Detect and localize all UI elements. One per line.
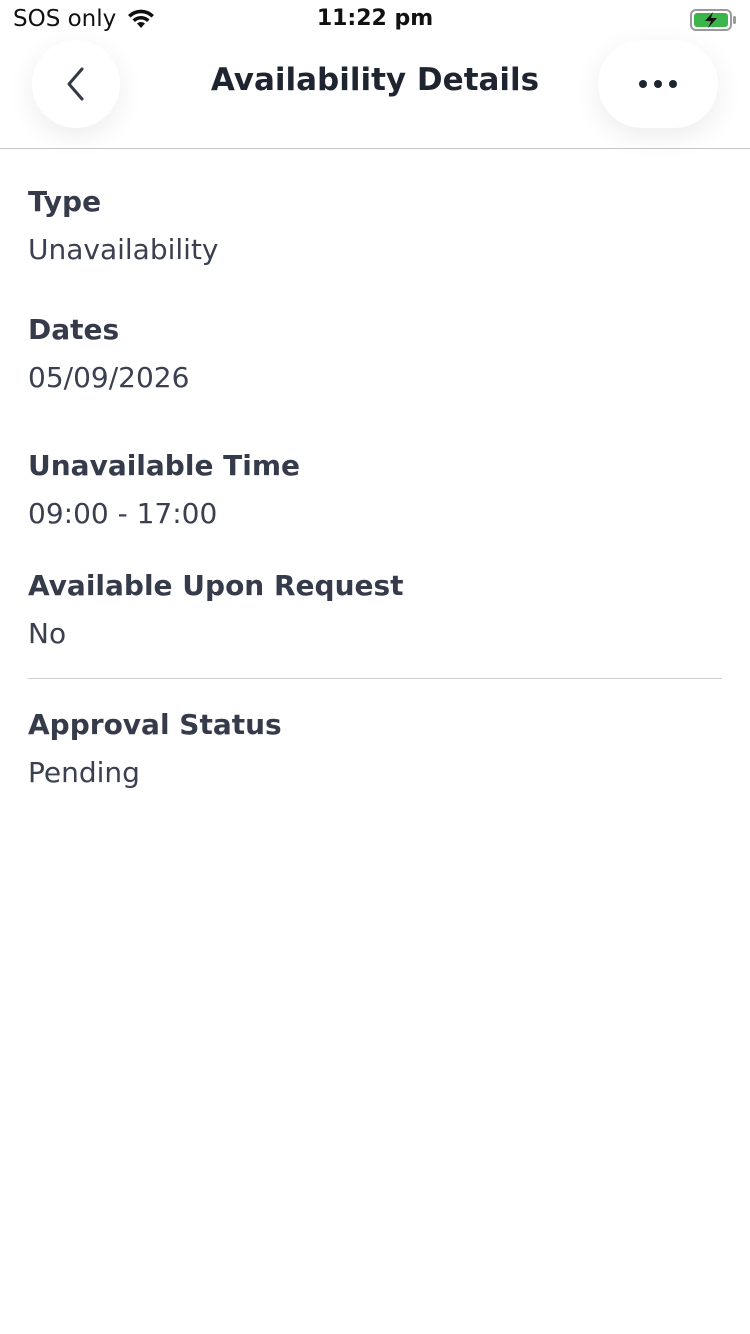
available-upon-request-label: Available Upon Request [28,569,404,602]
type-value: Unavailability [28,233,219,266]
dates-value: 05/09/2026 [28,361,190,394]
status-time: 11:22 pm [316,6,434,31]
unavailable-time-label: Unavailable Time [28,449,301,482]
type-field: Type Unavailability [28,180,722,276]
dates-label: Dates [28,313,120,346]
dates-field: Dates 05/09/2026 [28,308,722,404]
status-bar: SOS only 11:22 pm [0,0,750,40]
chevron-left-icon [67,67,84,101]
unavailable-time-value: 09:00 - 17:00 [28,497,218,530]
more-options-button[interactable] [598,40,718,128]
back-button[interactable] [32,40,120,128]
navigation-bar: Availability Details [0,40,750,149]
available-upon-request-value: No [28,617,67,650]
available-upon-request-field: Available Upon Request No [28,564,722,660]
page-title: Availability Details [210,62,540,98]
approval-status-field: Approval Status Pending [28,703,722,799]
ellipsis-icon [639,80,677,88]
divider [28,678,722,679]
type-label: Type [28,185,102,218]
approval-status-value: Pending [28,756,140,789]
details-content: Type Unavailability Dates 05/09/2026 Una… [28,180,722,799]
unavailable-time-field: Unavailable Time 09:00 - 17:00 [28,444,722,540]
approval-status-label: Approval Status [28,708,282,741]
battery-charging-icon [690,8,738,36]
